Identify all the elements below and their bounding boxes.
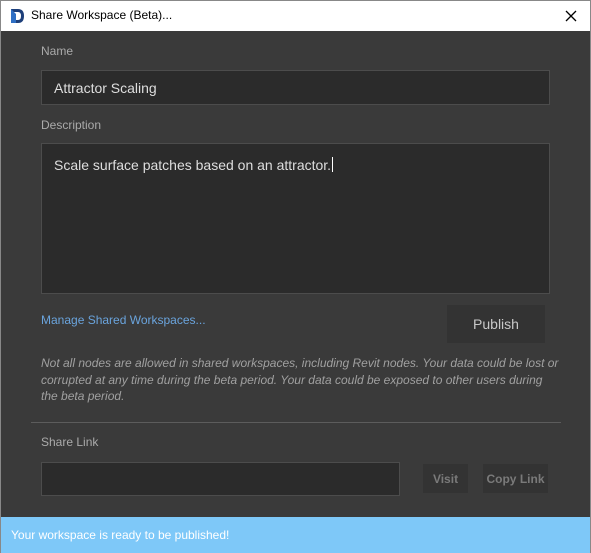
status-bar: Your workspace is ready to be published! bbox=[1, 517, 590, 553]
description-label: Description bbox=[41, 118, 102, 132]
share-workspace-dialog: Share Workspace (Beta)... Name Attractor… bbox=[0, 0, 591, 553]
beta-warning-text: Not all nodes are allowed in shared work… bbox=[41, 356, 559, 403]
description-value: Scale surface patches based on an attrac… bbox=[54, 157, 332, 173]
copy-link-button[interactable]: Copy Link bbox=[483, 464, 548, 493]
text-caret bbox=[332, 157, 334, 172]
share-link-label: Share Link bbox=[41, 435, 99, 449]
visit-button[interactable]: Visit bbox=[423, 464, 468, 493]
manage-shared-workspaces-link[interactable]: Manage Shared Workspaces... bbox=[41, 313, 206, 327]
window-title: Share Workspace (Beta)... bbox=[31, 8, 173, 22]
close-button[interactable] bbox=[560, 5, 582, 27]
name-label: Name bbox=[41, 44, 74, 58]
name-value: Attractor Scaling bbox=[54, 80, 157, 96]
title-bar: Share Workspace (Beta)... bbox=[1, 1, 590, 31]
share-link-field[interactable] bbox=[41, 462, 400, 496]
divider bbox=[31, 422, 561, 423]
description-field[interactable]: Scale surface patches based on an attrac… bbox=[41, 143, 550, 294]
dynamo-icon bbox=[11, 9, 24, 23]
close-icon bbox=[565, 10, 577, 22]
publish-button[interactable]: Publish bbox=[447, 305, 545, 343]
name-field[interactable]: Attractor Scaling bbox=[41, 70, 550, 105]
